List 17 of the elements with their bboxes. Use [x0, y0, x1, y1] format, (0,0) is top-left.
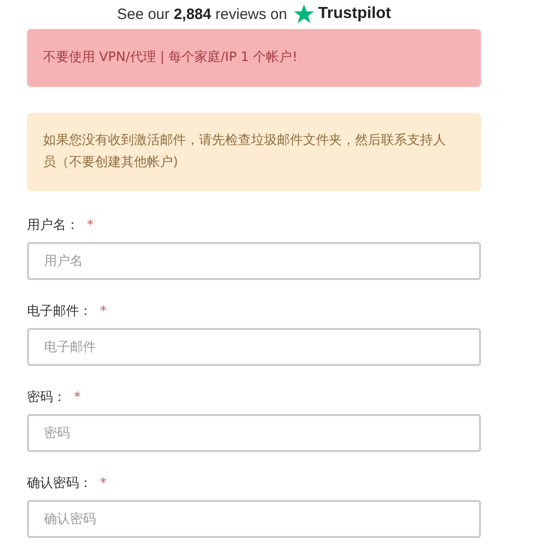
- input-field[interactable]: 用户名: [27, 242, 481, 280]
- input-field[interactable]: 电子邮件: [27, 328, 481, 366]
- field-label: 确认密码：: [27, 475, 92, 492]
- input-field[interactable]: 确认密码: [27, 500, 481, 538]
- required-asterisk: *: [87, 218, 94, 232]
- input-field[interactable]: 密码: [27, 414, 481, 452]
- field-label: 密码：: [27, 389, 66, 406]
- required-asterisk: *: [74, 390, 80, 404]
- warning-alert: 如果您没有收到激活邮件，请先检查垃圾邮件文件夹，然后联系支持人员（不要创建其他帐户): [27, 113, 481, 191]
- star-icon: [293, 3, 316, 25]
- reviews-text: See our 2,884 reviews on: [116, 6, 288, 22]
- error-alert: 不要使用 VPN/代理 | 每个家庭/IP 1 个帐户!: [27, 29, 481, 87]
- required-asterisk: *: [100, 304, 106, 318]
- field-label: 用户名：: [27, 217, 79, 234]
- brand-logo[interactable]: Trustpilot: [318, 5, 392, 23]
- required-asterisk: *: [100, 476, 106, 490]
- field-label: 电子邮件：: [27, 303, 92, 320]
